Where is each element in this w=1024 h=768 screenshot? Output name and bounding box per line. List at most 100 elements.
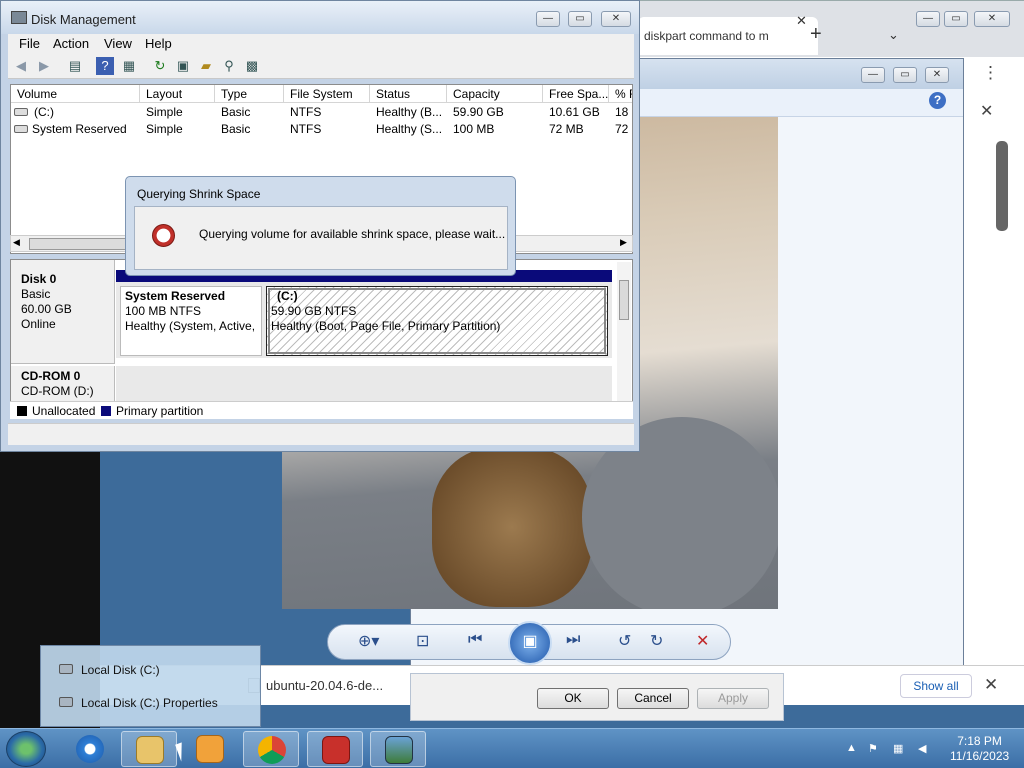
chrome-tab[interactable]: diskpart command to m [638,17,818,55]
show-hidden-icons[interactable]: ▲ [846,742,859,755]
menu-view[interactable]: View [104,36,132,51]
shrink-dialog: Querying Shrink Space Querying volume fo… [125,176,516,276]
refresh-icon[interactable]: ↻ [151,57,169,75]
rotate-right-icon[interactable]: ↻ [650,631,663,651]
previous-icon[interactable]: ⏮ [468,631,482,649]
menu-action[interactable]: Action [53,36,89,51]
start-button[interactable] [6,731,46,767]
dialog-body: Querying volume for available shrink spa… [134,206,508,270]
column-volume[interactable]: Volume [11,85,140,103]
open-folder-icon[interactable]: ▰ [197,57,215,75]
next-icon[interactable]: ⏭ [566,631,580,649]
rescan-icon[interactable]: ▣ [174,57,192,75]
download-item[interactable]: ubuntu-20.04.6-de... [266,678,383,693]
rotate-left-icon[interactable]: ↺ [618,631,631,651]
jumplist-item-local-disk[interactable]: Local Disk (C:) [59,663,160,677]
taskbar-explorer[interactable] [121,731,177,767]
back-icon[interactable]: ◀ [12,57,30,75]
disk-size: 60.00 GB [21,302,72,316]
close-button[interactable]: ✕ [601,11,631,27]
column-status[interactable]: Status [370,85,447,103]
cdrom-name: CD-ROM 0 [21,369,81,383]
show-hide-tree-icon[interactable]: ▤ [66,57,84,75]
toolbar: ◀ ▶ ▤ ? ▦ ↻ ▣ ▰ ⚲ ▩ [8,54,634,79]
close-button[interactable]: ✕ [974,11,1010,27]
help-icon[interactable]: ? [929,92,946,109]
table-row[interactable]: (C:) Simple Basic NTFS Healthy (B... 59.… [11,104,632,121]
scrollbar-thumb[interactable] [619,280,629,320]
menu-file[interactable]: File [19,36,40,51]
partition-size: 59.90 GB NTFS [271,304,357,318]
properties-dialog: OK Cancel Apply [410,673,784,721]
menu-help[interactable]: Help [145,36,172,51]
tab-close-icon[interactable]: ✕ [796,13,807,29]
cdrom-label[interactable]: CD-ROM 0 CD-ROM (D:) [11,366,115,406]
taskbar-media-player[interactable] [182,731,238,767]
actual-size-icon[interactable]: ⊡ [416,631,429,651]
search-icon[interactable]: ⚲ [220,57,238,75]
minimize-button[interactable]: — [536,11,560,27]
cancel-button[interactable]: Cancel [617,688,689,709]
dialog-message: Querying volume for available shrink spa… [199,227,506,241]
clock[interactable]: 7:18 PM 11/16/2023 [950,734,1009,764]
close-icon[interactable]: ✕ [980,101,993,121]
maximize-button[interactable]: ▭ [944,11,968,27]
vertical-scrollbar[interactable] [617,262,631,402]
scrollbar[interactable] [996,141,1008,231]
apply-button[interactable]: Apply [697,688,769,709]
taskbar-internet-explorer[interactable] [62,731,118,767]
new-tab-icon[interactable]: + [810,23,822,46]
chevron-down-icon[interactable]: ⌄ [888,27,899,43]
ok-button[interactable]: OK [537,688,609,709]
scrollbar-thumb[interactable] [29,238,129,250]
clock-icon [152,224,175,247]
volume-icon[interactable]: ◀ [918,742,931,755]
column-free-space[interactable]: Free Spa... [543,85,609,103]
partition-status: Healthy (System, Active, [125,319,256,333]
primary-swatch [101,406,111,416]
kebab-menu-icon[interactable]: ⋮ [982,63,999,83]
taskbar: ▲ ⚑ ▦ ◀ 7:18 PM 11/16/2023 [0,728,1024,768]
minimize-button[interactable]: — [861,67,885,83]
clock-time: 7:18 PM [957,734,1002,748]
column-capacity[interactable]: Capacity [447,85,543,103]
maximize-button[interactable]: ▭ [893,67,917,83]
zoom-icon[interactable]: ⊕▾ [358,631,379,651]
network-icon[interactable]: ▦ [893,742,906,755]
properties-icon[interactable]: ▦ [120,57,138,75]
scroll-right-icon[interactable]: ▶ [620,237,627,248]
partition-c[interactable]: (C:) 59.90 GB NTFS Healthy (Boot, Page F… [266,286,608,356]
action-center-icon[interactable]: ⚑ [868,742,881,755]
show-all-button[interactable]: Show all [900,674,972,698]
close-icon[interactable]: ✕ [984,675,998,695]
forward-icon[interactable]: ▶ [35,57,53,75]
disk-0-label[interactable]: Disk 0 Basic 60.00 GB Online [11,260,115,364]
column-file-system[interactable]: File System [284,85,370,103]
scroll-left-icon[interactable]: ◀ [13,237,20,248]
column-type[interactable]: Type [215,85,284,103]
delete-icon[interactable]: ✕ [696,631,709,651]
taskbar-computer-management[interactable] [307,731,363,767]
drive-icon [59,664,73,674]
slideshow-icon[interactable]: ▣ [508,621,552,665]
column-percent-free[interactable]: % F [609,85,632,103]
settings-icon[interactable]: ▩ [243,57,261,75]
window-title: Disk Management [31,12,136,27]
minimize-button[interactable]: — [916,11,940,27]
cell-volume: System Reserved [32,122,127,136]
taskbar-photo-viewer[interactable] [370,731,426,767]
taskbar-chrome[interactable] [243,731,299,767]
maximize-button[interactable]: ▭ [568,11,592,27]
help-icon[interactable]: ? [96,57,114,75]
column-layout[interactable]: Layout [140,85,215,103]
cell-status: Healthy (S... [376,122,443,136]
jumplist-item-label: Local Disk (C:) Properties [81,696,218,710]
disk-name: Disk 0 [21,272,57,286]
legend-primary: Primary partition [116,404,204,418]
cdrom-drive: CD-ROM (D:) [21,384,94,398]
titlebar[interactable]: Disk Management — ▭ ✕ [1,1,639,34]
table-row[interactable]: System Reserved Simple Basic NTFS Health… [11,121,632,138]
close-button[interactable]: ✕ [925,67,949,83]
partition-system-reserved[interactable]: System Reserved 100 MB NTFS Healthy (Sys… [120,286,262,356]
jumplist-item-local-disk-properties[interactable]: Local Disk (C:) Properties [59,696,218,710]
